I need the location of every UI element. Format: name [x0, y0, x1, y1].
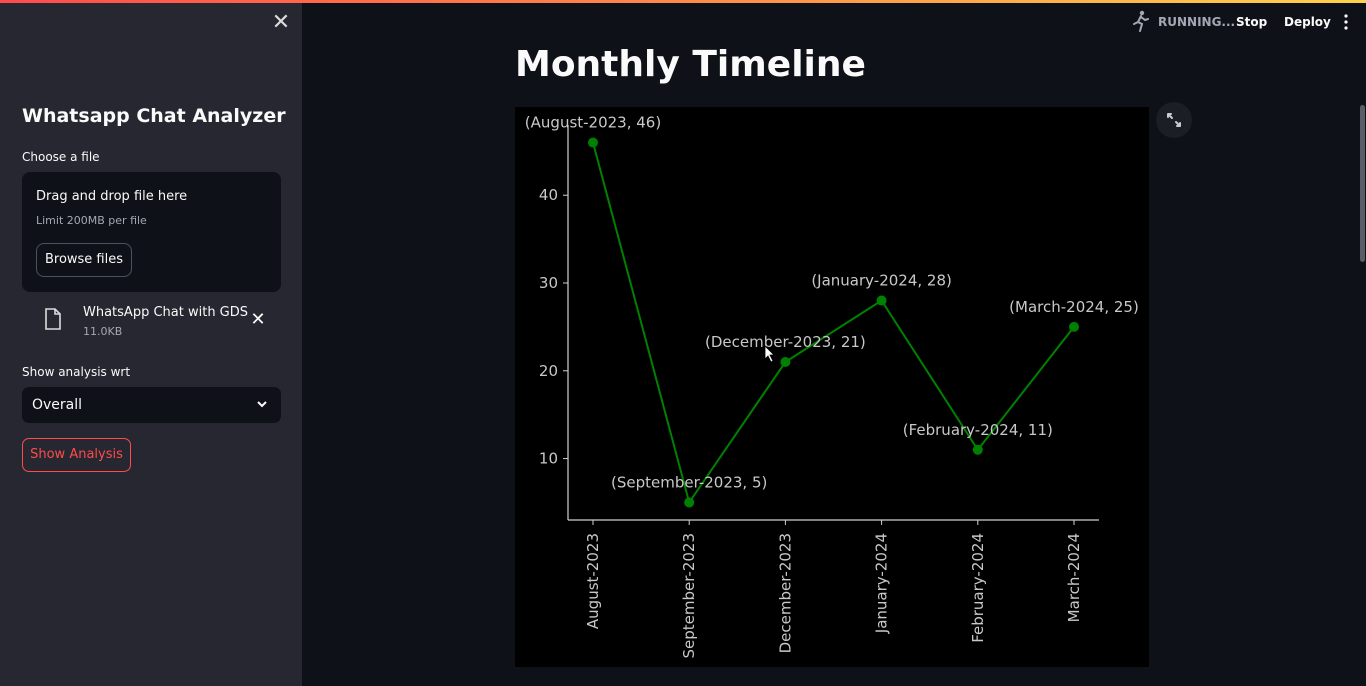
x-tick-label: February-2024: [969, 533, 987, 643]
more-menu-icon[interactable]: [1342, 13, 1350, 31]
data-point: [684, 497, 695, 508]
show-analysis-button[interactable]: Show Analysis: [22, 438, 131, 472]
x-tick-label: September-2023: [680, 533, 698, 659]
file-uploader-label: Choose a file: [22, 150, 100, 164]
expand-icon: [1167, 113, 1181, 127]
browse-files-button[interactable]: Browse files: [36, 243, 132, 277]
running-status: RUNNING...: [1158, 15, 1236, 29]
data-label: (January-2024, 28): [811, 272, 952, 290]
fullscreen-button[interactable]: [1156, 102, 1192, 138]
data-point: [972, 444, 983, 455]
data-point: [780, 357, 791, 367]
data-point: [876, 295, 887, 306]
top-decoration-bar: [0, 0, 1366, 3]
x-tick-label: January-2024: [873, 533, 891, 634]
data-point: [1069, 321, 1079, 332]
analysis-select-label: Show analysis wrt: [22, 365, 131, 379]
stop-button[interactable]: Stop: [1236, 15, 1267, 29]
remove-file-icon[interactable]: ✕: [248, 310, 268, 330]
deploy-button[interactable]: Deploy: [1284, 15, 1331, 29]
uploaded-file-name: WhatsApp Chat with GDS...: [83, 305, 249, 320]
uploaded-file: WhatsApp Chat with GDS... 11.0KB ✕: [22, 302, 281, 344]
sidebar: ✕ Whatsapp Chat Analyzer Choose a file D…: [0, 0, 302, 686]
monthly-timeline-chart: 10 20 30 40 August-2023 September-2023 Decembe…: [525, 114, 1139, 659]
sidebar-title: Whatsapp Chat Analyzer: [22, 105, 286, 127]
vertical-scrollbar[interactable]: [1360, 105, 1365, 262]
dropzone-limit: Limit 200MB per file: [36, 214, 147, 227]
y-tick-label: 20: [539, 362, 558, 380]
chart-container: 10 20 30 40 August-2023 September-2023 Decembe…: [515, 107, 1149, 667]
x-tick-label: March-2024: [1065, 533, 1083, 622]
mouse-cursor-icon: [764, 345, 775, 363]
data-label: (September-2023, 5): [611, 473, 767, 491]
dropzone-title: Drag and drop file here: [36, 189, 188, 204]
data-point: [588, 137, 598, 148]
series-line: [592, 142, 1075, 505]
analysis-select-value: Overall: [32, 397, 83, 413]
data-label: (December-2023, 21): [705, 333, 866, 351]
data-label: (August-2023, 46): [525, 114, 661, 132]
x-tick-label: August-2023: [584, 533, 602, 629]
file-dropzone[interactable]: Drag and drop file here Limit 200MB per …: [22, 172, 281, 292]
uploaded-file-size: 11.0KB: [83, 325, 123, 338]
close-sidebar-icon[interactable]: ✕: [270, 12, 292, 34]
data-label: (March-2024, 25): [1009, 298, 1139, 316]
y-tick-label: 30: [539, 274, 558, 292]
y-tick-label: 40: [539, 186, 558, 204]
file-icon: [45, 308, 61, 330]
y-tick-label: 10: [539, 450, 558, 468]
x-tick-label: December-2023: [776, 533, 794, 653]
data-label: (February-2024, 11): [903, 421, 1053, 439]
running-man-icon: [1133, 10, 1149, 32]
chevron-down-icon: [257, 401, 267, 408]
analysis-select[interactable]: Overall: [22, 387, 281, 423]
page-title: Monthly Timeline: [515, 44, 866, 85]
